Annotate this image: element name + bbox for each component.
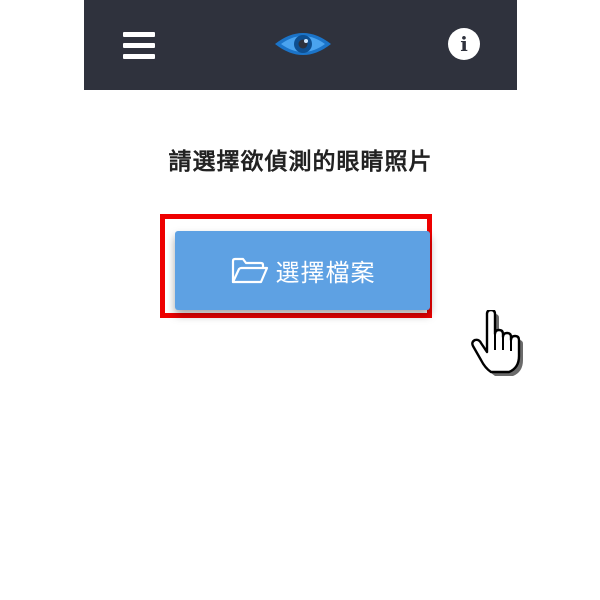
menu-line — [123, 43, 155, 48]
menu-line — [123, 32, 155, 37]
hamburger-menu-icon[interactable] — [122, 30, 156, 62]
top-navigation-bar: i — [84, 0, 517, 90]
menu-line — [123, 54, 155, 59]
info-icon[interactable]: i — [448, 28, 480, 60]
choose-file-button[interactable]: 選擇檔案 — [175, 231, 430, 310]
folder-open-icon — [231, 257, 268, 283]
choose-file-label: 選擇檔案 — [275, 259, 376, 287]
app-screen: i 請選擇欲偵測的眼睛照片 選擇檔案 — [84, 0, 523, 600]
eye-logo-icon — [275, 33, 331, 55]
hand-pointer-cursor-icon — [471, 310, 523, 376]
page: i 請選擇欲偵測的眼睛照片 選擇檔案 — [0, 0, 600, 600]
page-title: 請選擇欲偵測的眼睛照片 — [168, 149, 433, 175]
